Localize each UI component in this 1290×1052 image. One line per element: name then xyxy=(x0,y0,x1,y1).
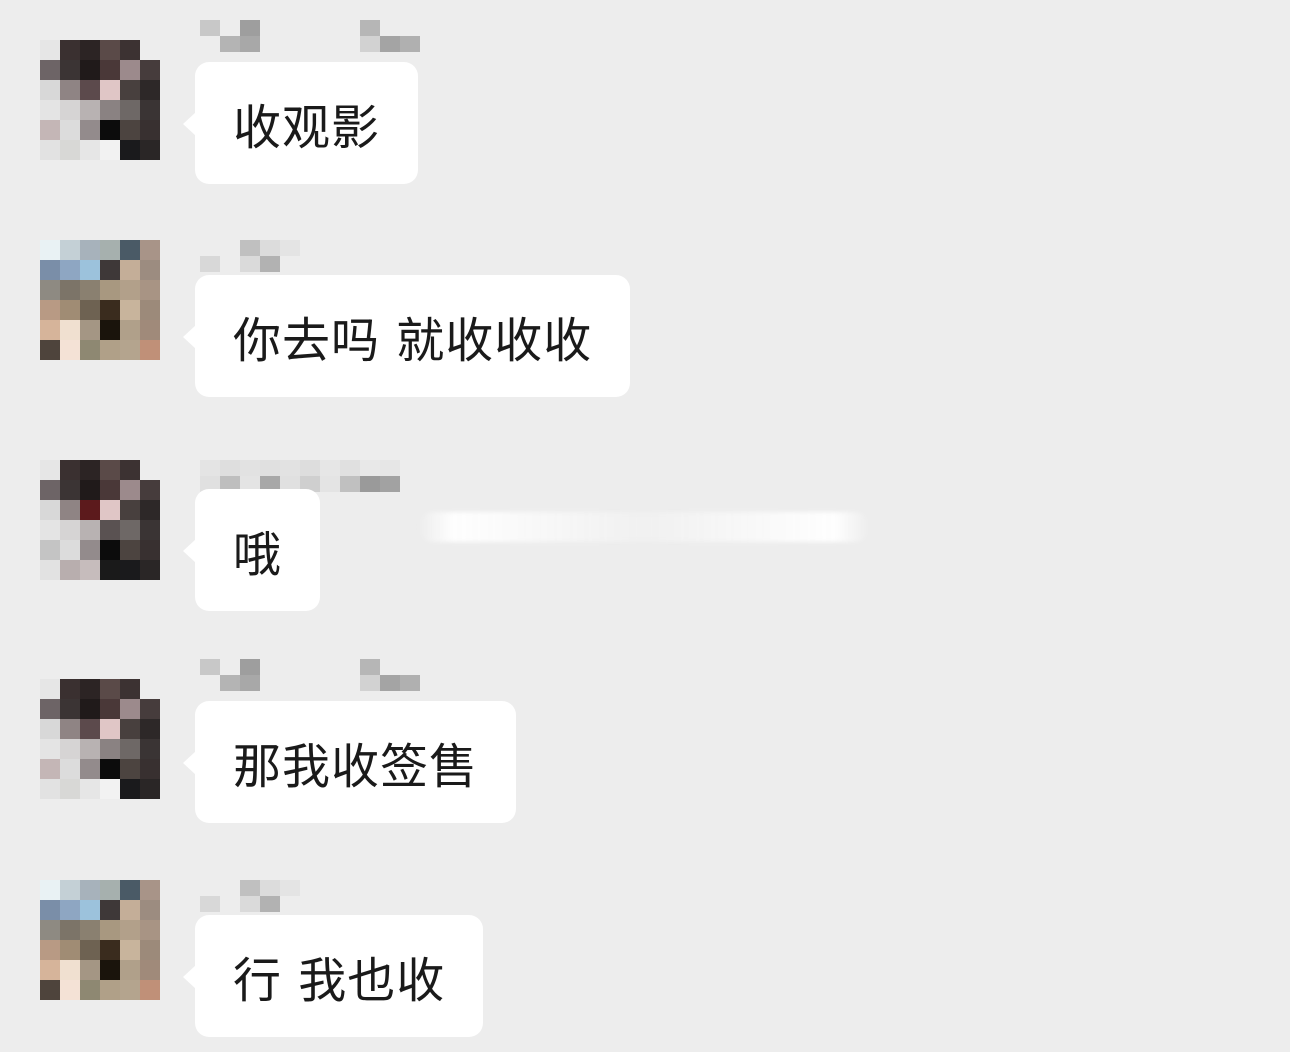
avatar[interactable] xyxy=(40,679,160,799)
avatar[interactable] xyxy=(40,40,160,160)
message-row: 你去吗 就收收收 xyxy=(0,213,1290,413)
erased-area xyxy=(418,512,870,542)
chat-window: 收观影 你去吗 就收收收 哦 那我收签售 行 我也收 xyxy=(0,0,1290,1052)
message-bubble[interactable]: 你去吗 就收收收 xyxy=(182,275,631,397)
message-row: 那我收签售 xyxy=(0,639,1290,839)
avatar[interactable] xyxy=(40,880,160,1000)
sender-name-redacted xyxy=(200,20,420,52)
sender-name-redacted xyxy=(200,240,300,272)
avatar[interactable] xyxy=(40,240,160,360)
message-row: 行 我也收 xyxy=(0,853,1290,1052)
sender-name-redacted xyxy=(200,659,420,691)
message-row: 收观影 xyxy=(0,0,1290,200)
message-bubble[interactable]: 哦 xyxy=(182,489,321,611)
message-bubble[interactable]: 那我收签售 xyxy=(182,701,517,823)
message-bubble[interactable]: 收观影 xyxy=(182,62,419,184)
sender-name-redacted xyxy=(200,880,300,912)
sender-name-redacted xyxy=(200,460,420,492)
avatar[interactable] xyxy=(40,460,160,580)
message-bubble[interactable]: 行 我也收 xyxy=(182,915,484,1037)
